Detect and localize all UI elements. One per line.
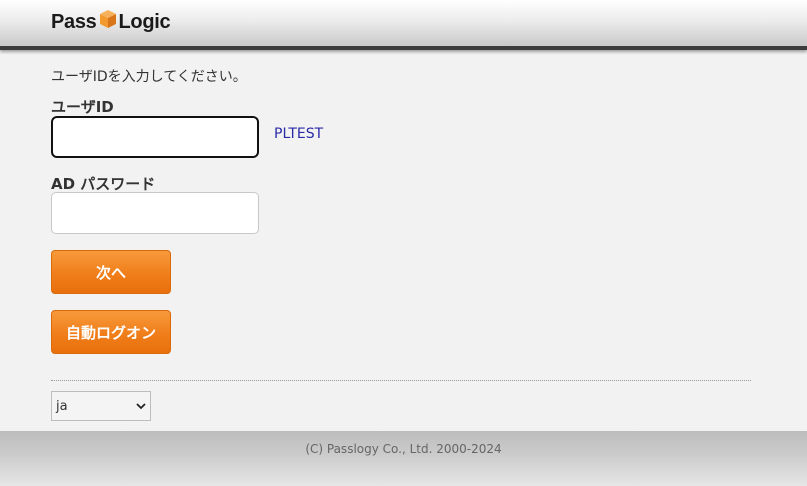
chevron-down-icon	[136, 399, 146, 414]
password-label: AD パスワード	[51, 175, 156, 193]
logo-text-logic: Logic	[118, 10, 171, 33]
language-selected-value: ja	[56, 398, 68, 414]
passlogic-logo: Pass Logic	[51, 9, 171, 35]
password-input[interactable]	[51, 192, 259, 234]
userid-label: ユーザID	[51, 98, 114, 116]
auto-logon-button[interactable]: 自動ログオン	[51, 310, 171, 354]
divider	[51, 380, 751, 381]
logo-text-pass: Pass	[51, 10, 97, 33]
instruction-text: ユーザIDを入力してください。	[51, 69, 247, 85]
language-select[interactable]: ja	[51, 391, 151, 421]
userid-input[interactable]	[51, 116, 259, 158]
next-button[interactable]: 次へ	[51, 250, 171, 294]
page-footer: (C) Passlogy Co., Ltd. 2000-2024	[0, 431, 807, 486]
domain-label: PLTEST	[274, 126, 324, 142]
app-header: Pass Logic	[0, 0, 807, 50]
cube-icon	[99, 9, 117, 35]
copyright-text: (C) Passlogy Co., Ltd. 2000-2024	[305, 442, 502, 456]
